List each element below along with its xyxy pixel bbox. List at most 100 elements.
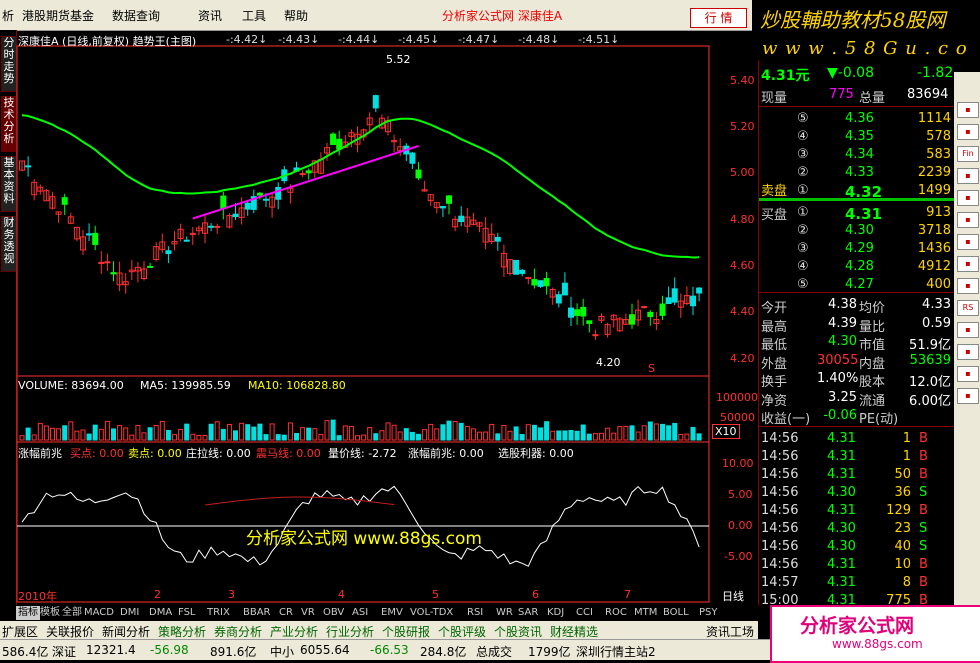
- tool-icon-1[interactable]: ▪: [957, 102, 979, 118]
- tick-price: 4.31: [827, 503, 856, 518]
- indicator-tab[interactable]: DMA: [147, 606, 174, 620]
- chart-canvas[interactable]: [16, 30, 758, 605]
- volume-bar: [562, 430, 568, 441]
- indicator-tab[interactable]: MACD: [82, 606, 116, 620]
- nav-tab[interactable]: 新闻分析: [102, 623, 150, 640]
- indicator-tab[interactable]: VR: [299, 606, 317, 620]
- indicator-tab[interactable]: 全部: [60, 606, 84, 620]
- nav-tab[interactable]: 关联报价: [46, 623, 94, 640]
- candle-body: [220, 195, 227, 209]
- tick-time: 14:56: [761, 449, 799, 464]
- tool-icon-5[interactable]: ▪: [957, 212, 979, 228]
- tool-icon-8[interactable]: ▪: [957, 278, 979, 294]
- indicator-tab[interactable]: DMI: [118, 606, 141, 620]
- menu-analysis[interactable]: 析: [2, 7, 14, 24]
- volume-bar: [92, 424, 98, 441]
- candle-body: [494, 236, 501, 242]
- menu-tools[interactable]: 工具: [242, 7, 266, 24]
- indicator-tab[interactable]: OBV: [321, 606, 346, 620]
- indicator-tab[interactable]: FSL: [176, 606, 198, 620]
- tick-price: 4.31: [827, 449, 856, 464]
- candle-body: [519, 269, 526, 274]
- menu-help[interactable]: 帮助: [284, 7, 308, 24]
- tab-technical[interactable]: 技术分析: [1, 96, 17, 152]
- cur-vol-label: 现量: [761, 91, 788, 106]
- tab-fundamentals[interactable]: 基本资料: [1, 156, 17, 212]
- volume-bar: [141, 432, 147, 441]
- nav-tab[interactable]: 行业分析: [326, 623, 374, 640]
- volume-bar: [538, 427, 543, 441]
- tool-icon-11[interactable]: ▪: [957, 366, 979, 382]
- volume-bar: [397, 431, 403, 441]
- tool-icon-10[interactable]: ▪: [957, 344, 979, 360]
- candle-body: [25, 165, 32, 168]
- indicator-tab[interactable]: 指标: [16, 606, 40, 620]
- candle-body: [275, 186, 282, 200]
- stat-label: 内盘: [859, 356, 886, 372]
- vol-ytick-50000: 50000: [720, 411, 755, 424]
- nav-bar: 扩展区 关联报价 新闻分析 策略分析 券商分析 产业分析 行业分析 个股研报 个股评级 个股资讯财…: [0, 621, 774, 640]
- indicator-tab[interactable]: TRIX: [205, 606, 232, 620]
- ytick-420: 4.20: [730, 352, 755, 365]
- mark-4: -:4.45↓: [398, 33, 440, 46]
- indicator-tab[interactable]: MTM: [632, 606, 659, 620]
- stat-value: 4.39: [828, 315, 857, 331]
- indicator-tab[interactable]: VOL-TDX: [408, 606, 455, 620]
- volume-bar: [477, 431, 482, 441]
- candle-body: [561, 282, 568, 296]
- chart-area[interactable]: 深康佳A (日线,前复权) 趋势王(主图) -:4.42↓ -:4.43↓ -:…: [16, 30, 758, 605]
- tool-icon-12[interactable]: ▪: [957, 388, 979, 404]
- nav-tab[interactable]: 扩展区: [2, 623, 38, 640]
- status-item: 6055.64: [300, 643, 350, 657]
- indicator-tab[interactable]: KDJ: [545, 606, 566, 620]
- nav-tab[interactable]: 产业分析: [270, 623, 318, 640]
- nav-tab[interactable]: 券商分析: [214, 623, 262, 640]
- indicator-tab[interactable]: EMV: [379, 606, 405, 620]
- indicator-tab[interactable]: ASI: [350, 606, 370, 620]
- nav-tab[interactable]: 个股资讯: [494, 623, 542, 640]
- tool-icon-6[interactable]: ▪: [957, 234, 979, 250]
- tab-intraday[interactable]: 分时走势: [1, 36, 17, 92]
- tool-icon-3[interactable]: ▪: [957, 168, 979, 184]
- nav-tab[interactable]: 策略分析: [158, 623, 206, 640]
- nav-tab[interactable]: 财经精选: [550, 623, 598, 640]
- volume-bar: [306, 427, 312, 441]
- indicator-tab[interactable]: RSI: [465, 606, 485, 620]
- candle-body: [525, 277, 532, 280]
- nav-tab[interactable]: 个股研报: [382, 623, 430, 640]
- candle-body: [568, 307, 574, 318]
- tool-icon-2[interactable]: ▪: [957, 124, 979, 140]
- indicator-tab[interactable]: BBAR: [241, 606, 273, 620]
- indicator-tab[interactable]: CR: [277, 606, 295, 620]
- quote-button[interactable]: 行 情: [690, 8, 747, 28]
- period-label[interactable]: 日线: [722, 588, 744, 604]
- indicator-tab[interactable]: PSY: [697, 606, 720, 620]
- candle-body: [665, 297, 672, 305]
- indicator-tab[interactable]: WR: [494, 606, 515, 620]
- indicator-tab[interactable]: BOLL: [661, 606, 691, 620]
- indicator-tab[interactable]: ROC: [603, 606, 629, 620]
- nav-tab[interactable]: 个股评级: [438, 623, 486, 640]
- price-change: ▼-0.08: [827, 65, 874, 81]
- indicator-tab[interactable]: SAR: [516, 606, 540, 620]
- menu-info[interactable]: 资讯: [198, 7, 222, 24]
- ask-level: ③: [797, 147, 809, 162]
- tool-icon-7[interactable]: ▪: [957, 256, 979, 272]
- candle-body: [415, 169, 422, 179]
- xlabel-may: 5: [432, 588, 439, 601]
- volume-bar: [226, 423, 232, 441]
- tool-icon-9[interactable]: ▪: [957, 322, 979, 338]
- menu-data-query[interactable]: 数据查询: [112, 7, 160, 24]
- indicator-tab[interactable]: 模板: [38, 606, 62, 620]
- nav-info-workshop[interactable]: 资讯工场: [706, 623, 754, 640]
- tab-financials[interactable]: 财务透视: [1, 216, 17, 272]
- tool-icon-rs[interactable]: RS: [957, 300, 979, 316]
- volume-bar: [678, 433, 684, 441]
- indicator-tab[interactable]: CCI: [574, 606, 595, 620]
- tool-icon-4[interactable]: ▪: [957, 190, 979, 206]
- volume-bar: [684, 433, 690, 441]
- tool-icon-fin[interactable]: Fin: [957, 146, 979, 162]
- menu-hk-futures-funds[interactable]: 港股期货基金: [22, 7, 94, 24]
- candle-body: [61, 197, 68, 205]
- volume-bar: [379, 430, 385, 441]
